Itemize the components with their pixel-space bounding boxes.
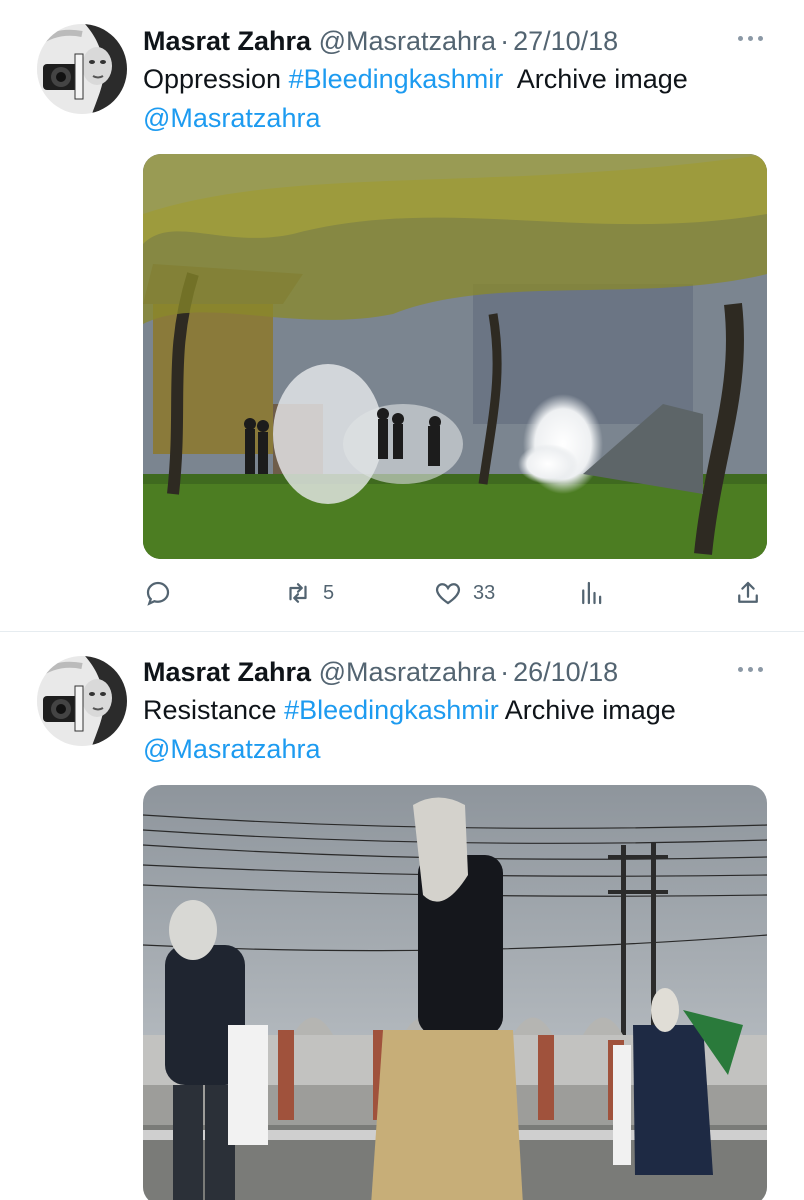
share-icon bbox=[738, 581, 758, 603]
like-count: 33 bbox=[473, 581, 496, 604]
avatar[interactable] bbox=[37, 656, 127, 746]
tweet-text-rest: Archive image bbox=[504, 695, 676, 725]
views-button[interactable] bbox=[577, 574, 607, 612]
tweet-header: Masrat Zahra @Masratzahra · 27/10/18 bbox=[143, 22, 764, 62]
user-handle[interactable]: @Masratzahra bbox=[319, 657, 496, 687]
retweet-count: 5 bbox=[323, 581, 335, 604]
more-icon[interactable] bbox=[738, 34, 764, 44]
retweet-button[interactable]: 5 bbox=[283, 574, 334, 612]
separator-dot: · bbox=[500, 26, 510, 56]
tweet-text-rest: Archive image bbox=[516, 64, 688, 94]
mention-link[interactable]: @Masratzahra bbox=[143, 103, 320, 133]
retweet-icon bbox=[289, 583, 307, 603]
tweet-date[interactable]: 27/10/18 bbox=[513, 26, 618, 56]
display-name[interactable]: Masrat Zahra bbox=[143, 657, 311, 687]
like-button[interactable]: 33 bbox=[433, 574, 495, 612]
heart-icon bbox=[435, 583, 461, 605]
mention-link[interactable]: @Masratzahra bbox=[143, 734, 320, 764]
tweet-text: Resistance #Bleedingkashmir Archive imag… bbox=[143, 691, 773, 769]
share-button[interactable] bbox=[733, 574, 763, 612]
avatar-image bbox=[37, 656, 127, 746]
tweet-text: Oppression #Bleedingkashmir Archive imag… bbox=[143, 60, 773, 138]
tweet[interactable]: Masrat Zahra @Masratzahra · 27/10/18 Oppre… bbox=[0, 0, 804, 632]
tweet-text-word: Resistance bbox=[143, 695, 277, 725]
photo-protest-scene bbox=[143, 785, 767, 1200]
tweet-actions: 5 33 bbox=[143, 574, 767, 612]
avatar[interactable] bbox=[37, 24, 127, 114]
tweet[interactable]: Masrat Zahra @Masratzahra · 26/10/18 Resis… bbox=[0, 633, 804, 1200]
hashtag-link[interactable]: #Bleedingkashmir bbox=[289, 64, 504, 94]
display-name[interactable]: Masrat Zahra bbox=[143, 26, 311, 56]
reply-icon bbox=[146, 581, 170, 606]
tweet-photo[interactable] bbox=[143, 154, 767, 559]
analytics-icon bbox=[582, 581, 602, 605]
tweet-date[interactable]: 26/10/18 bbox=[513, 657, 618, 687]
avatar-image bbox=[37, 24, 127, 114]
reply-button[interactable] bbox=[143, 574, 173, 612]
tweet-photo[interactable] bbox=[143, 785, 767, 1200]
hashtag-link[interactable]: #Bleedingkashmir bbox=[284, 695, 499, 725]
more-icon[interactable] bbox=[738, 665, 764, 675]
tweet-text-word: Oppression bbox=[143, 64, 282, 94]
user-handle[interactable]: @Masratzahra bbox=[319, 26, 496, 56]
photo-tear-gas-scene bbox=[143, 154, 767, 559]
tweet-header: Masrat Zahra @Masratzahra · 26/10/18 bbox=[143, 653, 764, 693]
separator-dot: · bbox=[500, 657, 510, 687]
